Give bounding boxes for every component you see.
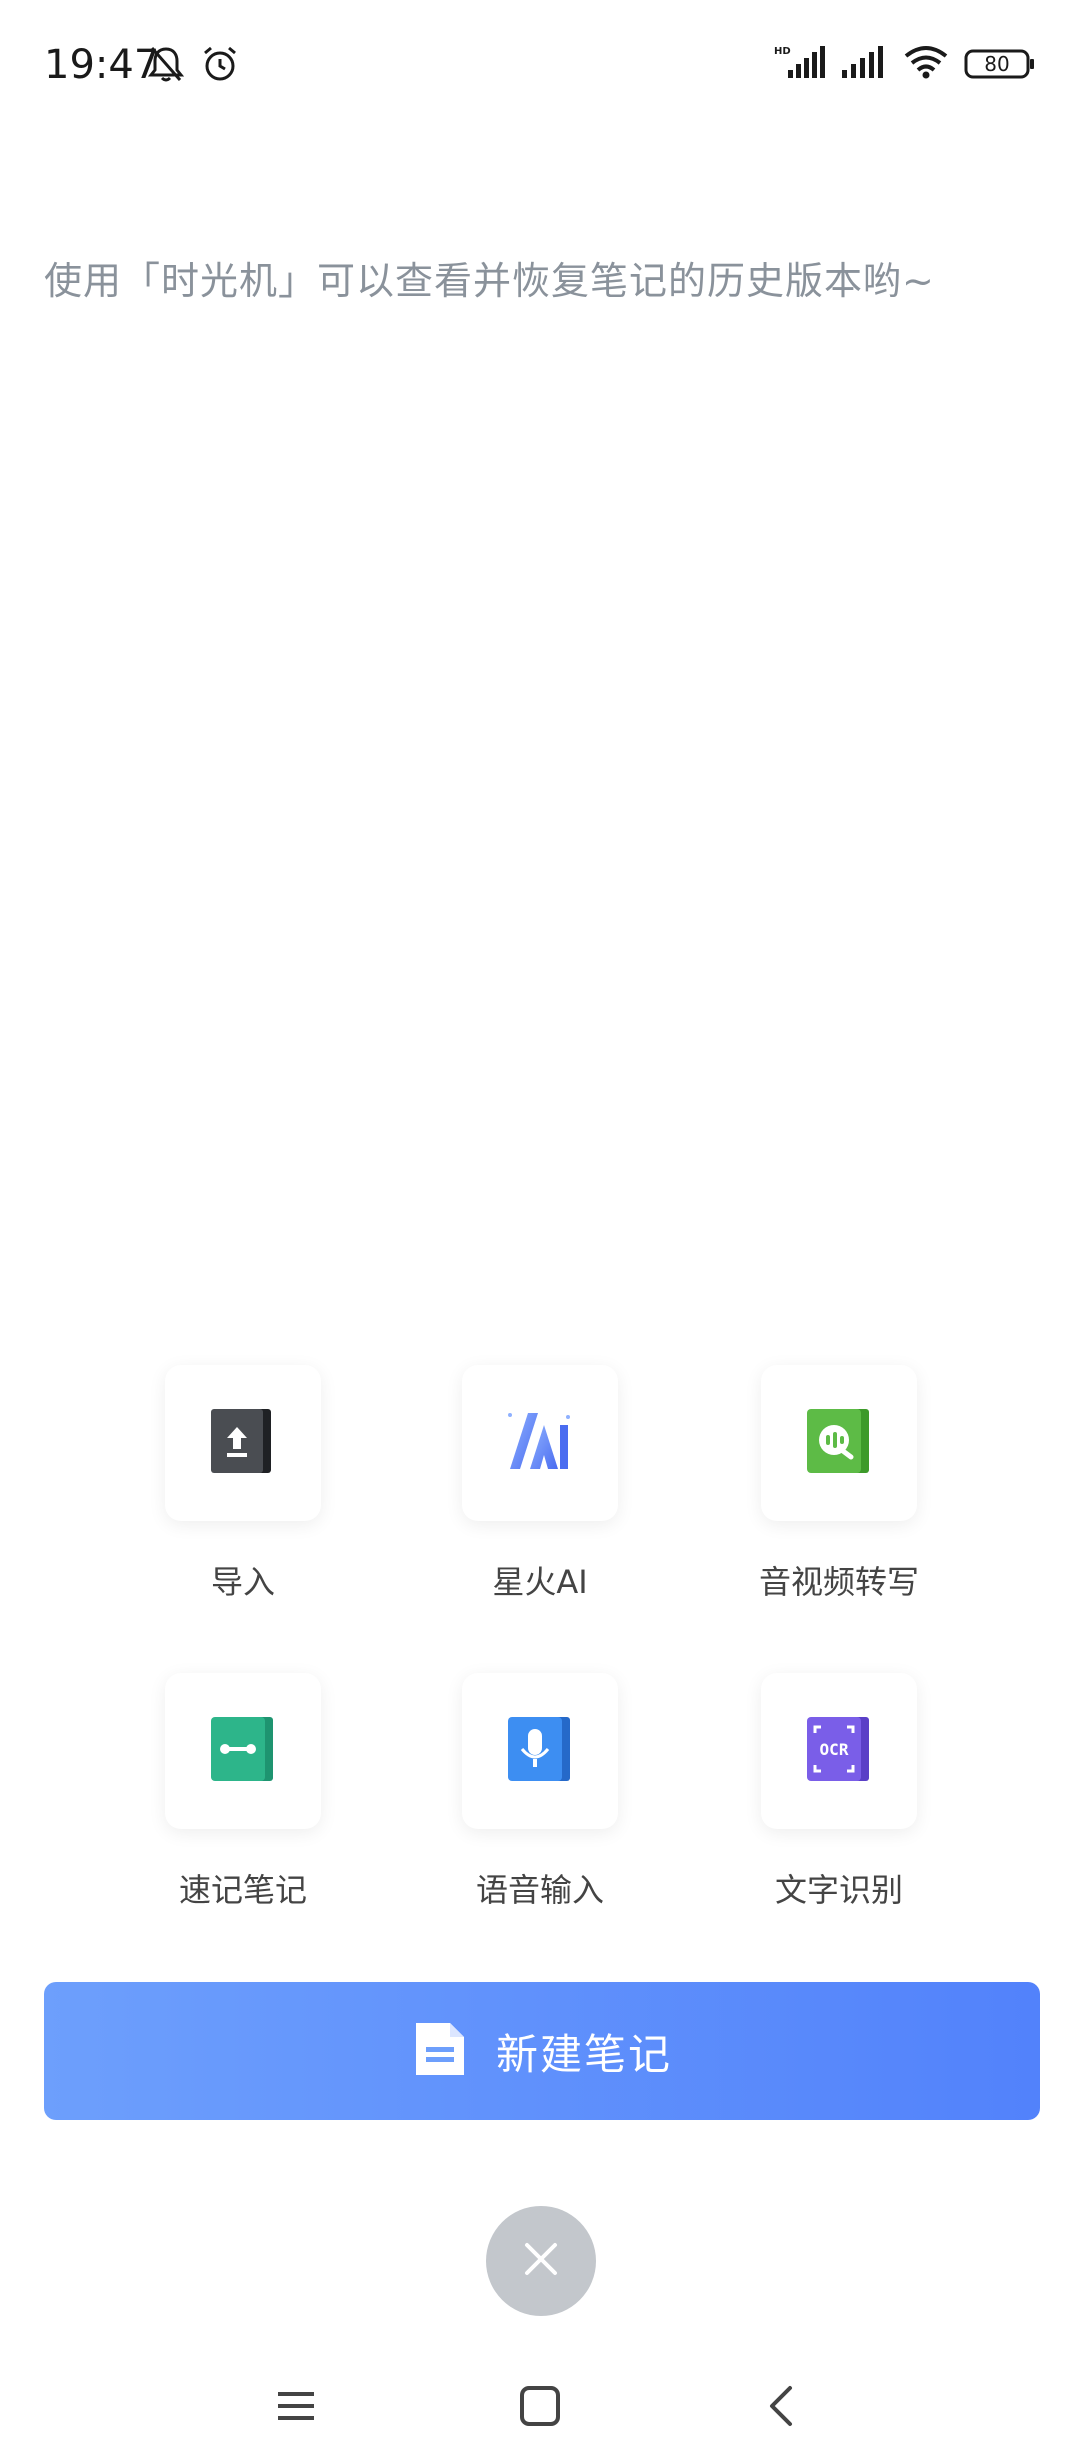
microphone-icon	[504, 1713, 576, 1789]
import-icon	[207, 1405, 279, 1481]
bell-muted-icon	[146, 44, 186, 88]
status-time: 19:47	[44, 42, 160, 88]
tool-label: 星火AI	[492, 1563, 588, 1601]
tool-tile[interactable]	[165, 1673, 321, 1829]
svg-text:HD: HD	[774, 46, 791, 57]
ocr-icon: OCR	[803, 1713, 875, 1789]
tool-tile[interactable]: OCR	[761, 1673, 917, 1829]
hd-signal-icon: HD	[774, 44, 826, 84]
tool-spark-ai[interactable]: 星火AI	[410, 1365, 670, 1603]
signal-icon	[840, 44, 888, 84]
tool-label: 速记笔记	[178, 1871, 307, 1909]
battery-icon: 80	[964, 47, 1036, 81]
new-note-label: 新建笔记	[495, 2029, 672, 2079]
tool-label: 文字识别	[774, 1871, 903, 1909]
av-transcribe-icon	[803, 1405, 875, 1481]
tool-tile[interactable]	[462, 1365, 618, 1521]
quick-note-icon	[207, 1713, 279, 1789]
tool-label: 音视频转写	[758, 1563, 919, 1601]
tool-quick-note[interactable]: 速记笔记	[113, 1673, 373, 1911]
tool-label: 导入	[210, 1563, 275, 1601]
wifi-icon	[902, 44, 950, 84]
tool-tile[interactable]	[165, 1365, 321, 1521]
close-icon	[521, 2239, 561, 2283]
close-button[interactable]	[486, 2206, 596, 2316]
alarm-icon	[200, 44, 240, 88]
home-icon	[518, 2384, 562, 2432]
nav-menu-button[interactable]	[266, 2378, 326, 2438]
tool-tile[interactable]	[761, 1365, 917, 1521]
tool-import[interactable]: 导入	[113, 1365, 373, 1603]
menu-icon	[274, 2386, 318, 2430]
new-note-button[interactable]: 新建笔记	[44, 1982, 1040, 2120]
battery-level: 80	[984, 52, 1010, 76]
tool-ocr[interactable]: OCR 文字识别	[709, 1673, 969, 1911]
tool-voice-input[interactable]: 语音输入	[410, 1673, 670, 1911]
time-machine-hint: 使用「时光机」可以查看并恢复笔记的历史版本哟~	[44, 259, 935, 303]
tool-av-transcribe[interactable]: 音视频转写	[709, 1365, 969, 1603]
status-bar: 19:47 HD 80	[0, 0, 1080, 140]
spark-ai-icon	[504, 1405, 576, 1481]
svg-text:OCR: OCR	[820, 1740, 849, 1759]
back-icon	[762, 2384, 802, 2432]
tool-tile[interactable]	[462, 1673, 618, 1829]
document-icon	[412, 2019, 468, 2083]
nav-home-button[interactable]	[510, 2378, 570, 2438]
nav-back-button[interactable]	[752, 2378, 812, 2438]
navigation-bar	[0, 2350, 1080, 2460]
tool-label: 语音输入	[475, 1871, 604, 1909]
